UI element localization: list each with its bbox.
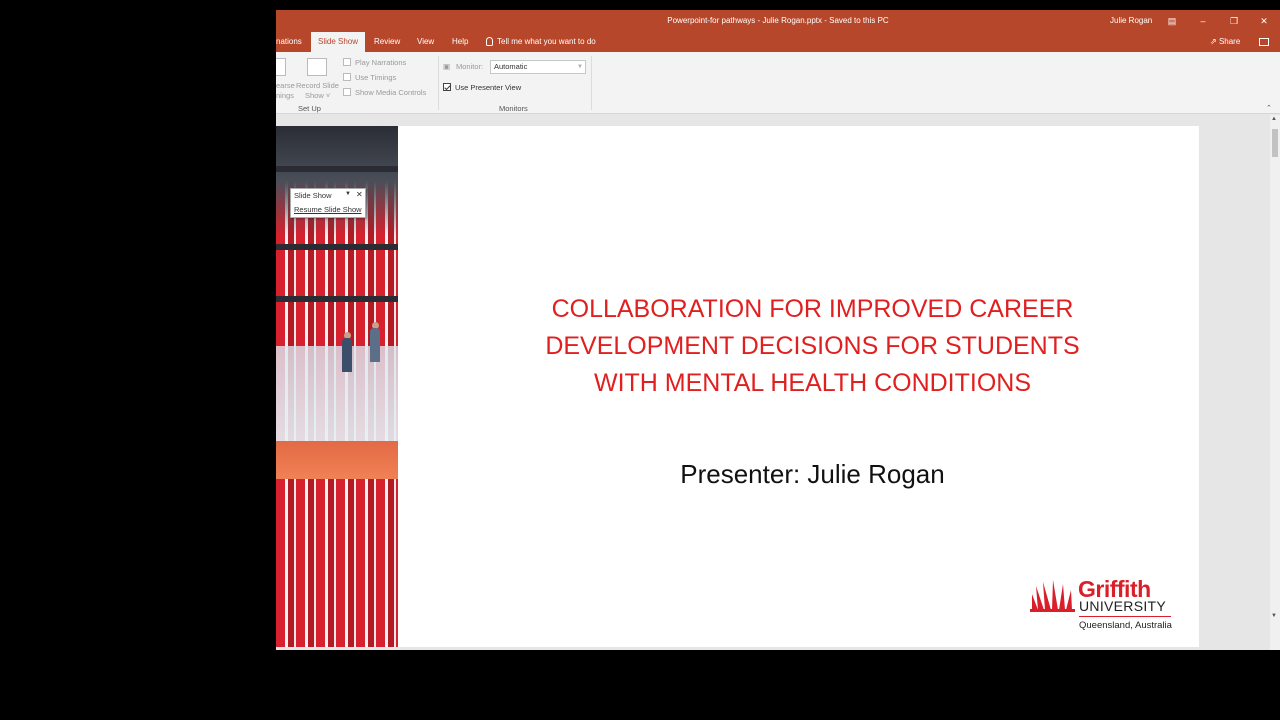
slide-title-line: DEVELOPMENT DECISIONS FOR STUDENTS xyxy=(545,332,1080,360)
show-media-controls-label: Show Media Controls xyxy=(355,88,427,97)
photo-shadow xyxy=(276,126,398,236)
use-timings-checkbox[interactable] xyxy=(343,73,351,81)
comments-icon[interactable] xyxy=(1259,38,1269,46)
photo-orange-ceiling xyxy=(276,441,398,479)
collapse-ribbon-icon[interactable]: ⌃ xyxy=(1266,104,1272,112)
group-separator xyxy=(438,56,439,110)
monitor-select-value: Automatic xyxy=(494,62,528,71)
rehearse-timings-label-2[interactable]: nings xyxy=(276,91,294,100)
slide-title[interactable]: COLLABORATION FOR IMPROVED CAREER DEVELO… xyxy=(506,291,1119,402)
tab-review[interactable]: Review xyxy=(367,32,407,52)
photo-floor-band xyxy=(276,244,398,250)
griffith-emblem-icon xyxy=(1030,580,1075,612)
group-separator xyxy=(591,56,592,110)
slide-title-line: COLLABORATION FOR IMPROVED CAREER xyxy=(551,295,1074,323)
record-slide-show-label-2[interactable]: Show ˅ xyxy=(305,91,330,100)
scroll-up-icon[interactable]: ▲ xyxy=(1271,116,1277,122)
vertical-scrollbar[interactable]: ▲ ▼ xyxy=(1270,115,1280,650)
rehearse-timings-icon xyxy=(276,58,286,76)
ribbon-display-options-icon[interactable]: ▤ xyxy=(1164,13,1180,29)
use-timings-label: Use Timings xyxy=(355,73,397,82)
show-media-controls-checkbox[interactable] xyxy=(343,88,351,96)
play-narrations-checkbox[interactable] xyxy=(343,58,351,66)
tell-me-text: Tell me what you want to do xyxy=(497,37,596,46)
slide-canvas[interactable]: COLLABORATION FOR IMPROVED CAREER DEVELO… xyxy=(276,126,1199,647)
logo-rule xyxy=(1079,616,1171,617)
play-narrations-label: Play Narrations xyxy=(355,58,407,67)
minimize-icon[interactable]: – xyxy=(1195,13,1211,29)
chevron-down-icon: ▼ xyxy=(577,64,583,70)
tab-animations[interactable]: nations xyxy=(276,32,309,52)
slide-subtitle[interactable]: Presenter: Julie Rogan xyxy=(506,459,1119,490)
tab-slide-show[interactable]: Slide Show xyxy=(311,32,366,52)
share-icon: ⇗ xyxy=(1210,37,1217,46)
monitor-label: Monitor: xyxy=(456,62,484,71)
share-label: Share xyxy=(1218,37,1241,46)
title-bar: Powerpoint-for pathways - Julie Rogan.pp… xyxy=(276,10,1280,32)
use-presenter-view-checkbox[interactable] xyxy=(443,83,451,91)
share-button[interactable]: ⇗ Share xyxy=(1210,32,1240,52)
photo-floor-band xyxy=(276,166,398,172)
rehearse-timings-label-1[interactable]: earse xyxy=(276,81,295,90)
close-icon[interactable]: ✕ xyxy=(356,190,363,199)
slide-show-panel-title: Slide Show xyxy=(294,191,332,200)
photo-floor-band xyxy=(276,296,398,302)
lightbulb-icon xyxy=(486,37,493,47)
scrollbar-thumb[interactable] xyxy=(1272,129,1278,157)
slide-editing-area: COLLABORATION FOR IMPROVED CAREER DEVELO… xyxy=(276,115,1270,650)
slide-title-line: WITH MENTAL HEALTH CONDITIONS xyxy=(593,369,1032,397)
photo-person xyxy=(342,338,352,372)
tell-me-search[interactable]: Tell me what you want to do xyxy=(486,32,596,52)
slide-show-floating-toolbar: Slide Show ▼ ✕ Resume Slide Show xyxy=(290,188,366,218)
powerpoint-window: Powerpoint-for pathways - Julie Rogan.pp… xyxy=(276,10,1280,650)
monitors-group-label: Monitors xyxy=(499,104,528,113)
griffith-university-logo: Griffith UNIVERSITY Queensland, Australi… xyxy=(1030,576,1175,636)
record-slide-show-label-1[interactable]: Record Slide xyxy=(296,81,339,90)
logo-wordmark-university: UNIVERSITY xyxy=(1079,598,1167,614)
scroll-down-icon[interactable]: ▼ xyxy=(1271,613,1277,619)
record-slide-show-icon xyxy=(307,58,327,76)
tab-help[interactable]: Help xyxy=(445,32,475,52)
resume-slide-show-button[interactable]: Resume Slide Show xyxy=(294,205,362,214)
setup-group-label: Set Up xyxy=(298,104,321,113)
use-presenter-view-label: Use Presenter View xyxy=(455,83,522,92)
account-name[interactable]: Julie Rogan xyxy=(1110,16,1152,25)
close-icon[interactable]: ✕ xyxy=(1256,13,1272,29)
photo-person xyxy=(370,328,380,362)
monitor-icon: ▣ xyxy=(443,62,451,71)
logo-location: Queensland, Australia xyxy=(1079,620,1172,631)
chevron-down-icon[interactable]: ▼ xyxy=(345,191,351,197)
tab-view[interactable]: View xyxy=(410,32,441,52)
monitor-select[interactable]: Automatic ▼ xyxy=(490,60,586,74)
ribbon-body: earse nings Record Slide Show ˅ Play Nar… xyxy=(276,52,1280,114)
ribbon-tabs: nations Slide Show Review View Help Tell… xyxy=(276,32,1280,52)
restore-icon[interactable]: ❐ xyxy=(1226,13,1242,29)
